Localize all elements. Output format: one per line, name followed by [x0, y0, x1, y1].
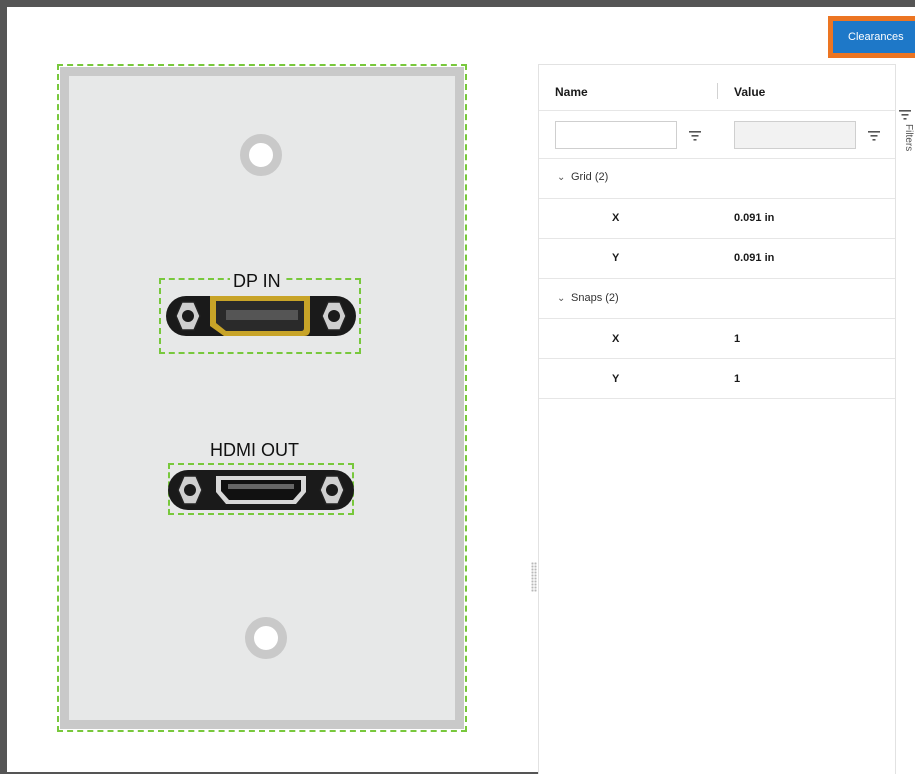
- column-header-value[interactable]: Value: [734, 85, 765, 99]
- divider: [539, 358, 896, 359]
- divider: [539, 278, 896, 279]
- splitter-grip[interactable]: [531, 562, 537, 592]
- filter-icon[interactable]: [868, 131, 880, 141]
- property-name: X: [612, 333, 620, 345]
- top-screw-hole: [240, 134, 282, 176]
- property-value[interactable]: 0.091 in: [734, 212, 774, 224]
- clearances-button[interactable]: Clearances: [833, 21, 915, 53]
- filter-icon[interactable]: [899, 110, 911, 120]
- filters-tab[interactable]: Filters: [903, 124, 914, 151]
- column-header-name[interactable]: Name: [555, 85, 588, 99]
- divider: [539, 198, 896, 199]
- displayport-connector[interactable]: [164, 290, 358, 342]
- divider: [539, 110, 896, 111]
- group-row-snaps[interactable]: ⌄ Snaps (2): [557, 292, 619, 304]
- right-hex-nut: [319, 475, 345, 505]
- property-name: X: [612, 212, 620, 224]
- left-hex-nut: [177, 475, 203, 505]
- divider: [539, 238, 896, 239]
- group-label: Grid (2): [571, 171, 609, 183]
- right-hex-nut: [321, 301, 347, 331]
- name-filter-input[interactable]: [555, 121, 677, 149]
- left-hex-nut: [175, 301, 201, 331]
- bottom-screw-hole: [245, 617, 287, 659]
- group-row-grid[interactable]: ⌄ Grid (2): [557, 171, 608, 183]
- property-name: Y: [612, 373, 620, 385]
- side-panel-strip: [895, 64, 915, 774]
- property-value[interactable]: 1: [734, 333, 740, 345]
- divider: [539, 398, 896, 399]
- chevron-down-icon: ⌄: [557, 172, 566, 183]
- property-value[interactable]: 0.091 in: [734, 252, 774, 264]
- column-resizer[interactable]: [717, 83, 718, 99]
- filter-icon[interactable]: [689, 131, 701, 141]
- divider: [539, 158, 896, 159]
- property-grid: Name Value ⌄ Grid (2) X 0.091 in Y 0.091 …: [538, 64, 915, 774]
- value-filter-input[interactable]: [734, 121, 856, 149]
- hdmi-connector[interactable]: [166, 466, 356, 514]
- chevron-down-icon: ⌄: [557, 293, 566, 304]
- divider: [539, 318, 896, 319]
- dp-in-label: DP IN: [230, 271, 284, 292]
- property-name: Y: [612, 252, 620, 264]
- property-value[interactable]: 1: [734, 373, 740, 385]
- hdmi-out-label: HDMI OUT: [207, 440, 302, 461]
- group-label: Snaps (2): [571, 292, 619, 304]
